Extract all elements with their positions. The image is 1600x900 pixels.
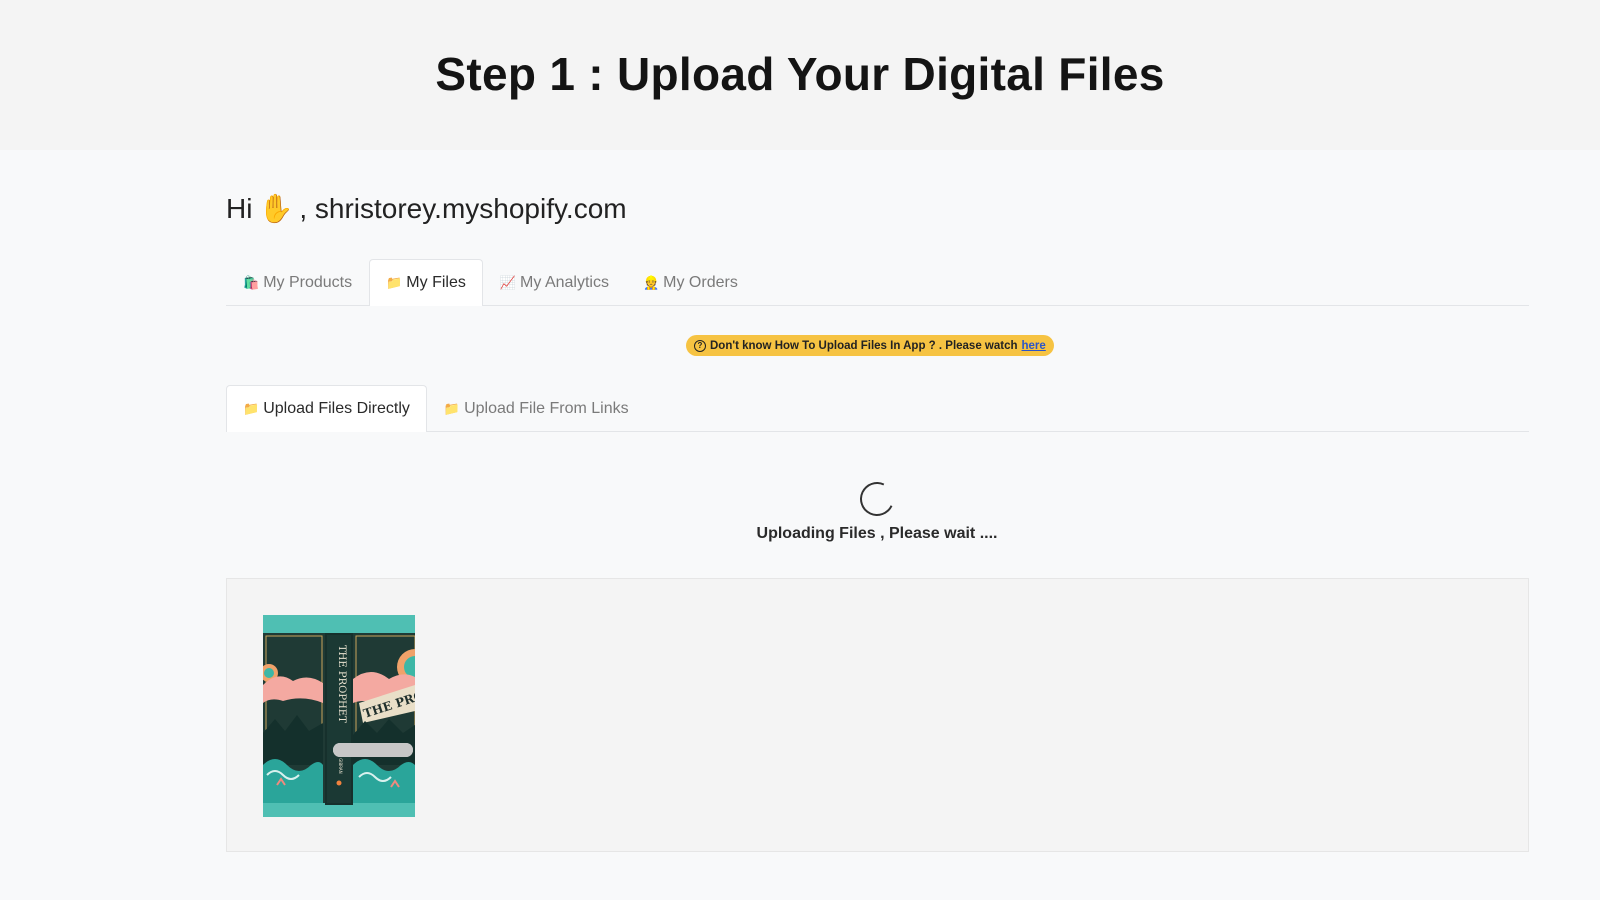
- tab-label: My Analytics: [520, 273, 609, 291]
- tab-label: My Orders: [663, 273, 738, 291]
- worker-icon: 👷: [642, 274, 660, 290]
- subtab-label: Upload Files Directly: [263, 400, 410, 417]
- shop-domain: , shristorey.myshopify.com: [299, 192, 627, 224]
- upload-progress-bar: [333, 743, 413, 757]
- shopping-bags-icon: 🛍️: [243, 274, 260, 290]
- upload-status: Uploading Files , Please wait ....: [756, 525, 998, 542]
- banner-title: Step 1 : Upload Your Digital Files: [435, 48, 1165, 100]
- help-banner: ? Don't know How To Upload Files In App …: [686, 335, 1054, 356]
- tab-my-analytics[interactable]: 📈 My Analytics: [483, 259, 626, 305]
- main-tabs: 🛍️ My Products 📁 My Files 📈 My Analytics…: [226, 259, 1529, 306]
- waving-hand-icon: ✋: [258, 193, 294, 224]
- tab-label: My Products: [263, 273, 353, 291]
- loading-spinner-icon: [855, 477, 899, 521]
- app-container: Hi ✋ , shristorey.myshopify.com 🛍️ My Pr…: [0, 150, 1600, 900]
- upload-dropzone[interactable]: THE PROPHET KAHLIL GIBRAN THE PRO: [226, 578, 1529, 852]
- file-thumbnail[interactable]: THE PROPHET KAHLIL GIBRAN THE PRO: [263, 615, 415, 817]
- book-cover-image: THE PROPHET KAHLIL GIBRAN THE PRO: [263, 615, 415, 817]
- tab-my-files[interactable]: 📁 My Files: [369, 259, 483, 306]
- tab-my-orders[interactable]: 👷 My Orders: [626, 259, 755, 305]
- subtab-label: Upload File From Links: [464, 399, 629, 417]
- tab-my-products[interactable]: 🛍️ My Products: [226, 259, 369, 305]
- greeting-hi: Hi: [226, 192, 253, 224]
- folder-icon: 📁: [386, 275, 403, 290]
- greeting: Hi ✋ , shristorey.myshopify.com: [226, 192, 627, 225]
- upload-progress-fill: [333, 743, 413, 757]
- help-link[interactable]: here: [1022, 340, 1046, 352]
- question-circle-icon: ?: [694, 339, 706, 352]
- help-text: Don't know How To Upload Files In App ? …: [710, 339, 1018, 352]
- folder-icon: 📁: [443, 400, 461, 416]
- folder-icon: 📁: [243, 401, 260, 416]
- spine-title-text: THE PROPHET: [336, 645, 347, 723]
- tab-upload-directly[interactable]: 📁 Upload Files Directly: [226, 385, 427, 432]
- tab-label: My Files: [406, 274, 466, 291]
- tab-upload-from-links[interactable]: 📁 Upload File From Links: [427, 385, 646, 431]
- chart-icon: 📈: [499, 274, 517, 290]
- upload-mode-tabs: 📁 Upload Files Directly 📁 Upload File Fr…: [226, 385, 1529, 432]
- page-banner: Step 1 : Upload Your Digital Files: [0, 0, 1600, 150]
